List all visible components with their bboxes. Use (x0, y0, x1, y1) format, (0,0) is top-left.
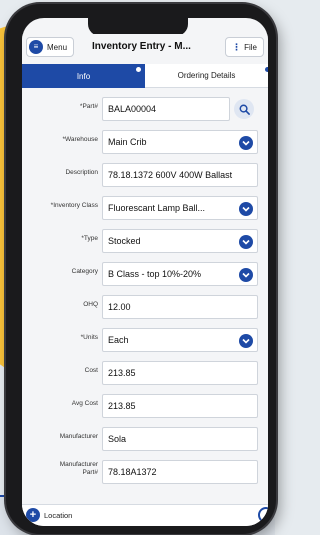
manufacturer-part-label-line2: Part# (82, 468, 98, 476)
warehouse-value: Main Crib (108, 137, 147, 147)
phone-frame: ≡ Menu Inventory Entry - M... ⋮ File Inf… (6, 4, 276, 534)
form-row-part: *Part# BALA00004 (22, 94, 268, 127)
kebab-menu-icon: ⋮ (232, 41, 242, 52)
search-button[interactable] (234, 99, 254, 119)
inventory-class-select[interactable]: Fluorescant Lamp Ball... (102, 196, 258, 220)
inventory-form: *Part# BALA00004 *Warehouse Main Crib De… (22, 94, 268, 490)
tab-ordering-details[interactable]: Ordering Details (145, 64, 268, 88)
type-label: *Type (81, 235, 98, 242)
chevron-down-icon (239, 235, 253, 249)
add-location-button[interactable]: + Location (26, 508, 72, 522)
tab-bar: Info Ordering Details (22, 64, 268, 88)
form-row-cost: Cost 213.85 (22, 358, 268, 391)
manufacturer-part-label-line1: Manufacturer (59, 461, 98, 468)
cost-field[interactable]: 213.85 (102, 361, 258, 385)
description-field[interactable]: 78.18.1372 600V 400W Ballast (102, 163, 258, 187)
avg-cost-label: Avg Cost (71, 400, 98, 407)
floating-action-button[interactable] (258, 507, 268, 523)
form-row-description: Description 78.18.1372 600V 400W Ballast (22, 160, 268, 193)
tab-info[interactable]: Info (22, 64, 145, 88)
cost-label: Cost (84, 367, 98, 374)
tab-indicator-dot (136, 67, 141, 72)
manufacturer-part-field[interactable]: 78.18A1372 (102, 460, 258, 484)
app-footer: + Location (22, 504, 268, 526)
file-label: File (244, 42, 257, 52)
chevron-down-icon (239, 268, 253, 282)
description-label: Description (65, 169, 98, 176)
form-row-ohq: OHQ 12.00 (22, 292, 268, 325)
form-row-inventory-class: *Inventory Class Fluorescant Lamp Ball..… (22, 193, 268, 226)
units-label: *Units (80, 334, 98, 341)
part-label: *Part# (79, 103, 98, 110)
type-value: Stocked (108, 236, 141, 246)
file-button[interactable]: ⋮ File (225, 37, 264, 57)
manufacturer-label: Manufacturer (59, 433, 98, 440)
plus-icon: + (26, 508, 40, 522)
ohq-label: OHQ (83, 301, 98, 308)
form-row-avg-cost: Avg Cost 213.85 (22, 391, 268, 424)
hamburger-icon: ≡ (29, 40, 43, 54)
tab-info-label: Info (76, 71, 91, 81)
inventory-class-value: Fluorescant Lamp Ball... (108, 203, 206, 213)
units-value: Each (108, 335, 129, 345)
warehouse-select[interactable]: Main Crib (102, 130, 258, 154)
tab-indicator-dot (265, 67, 268, 72)
search-icon (239, 104, 250, 115)
units-select[interactable]: Each (102, 328, 258, 352)
chevron-down-icon (239, 136, 253, 150)
category-select[interactable]: B Class - top 10%-20% (102, 262, 258, 286)
chevron-down-icon (239, 334, 253, 348)
form-row-type: *Type Stocked (22, 226, 268, 259)
manufacturer-part-label: Manufacturer Part# (22, 461, 98, 477)
tab-ordering-details-label: Ordering Details (177, 71, 236, 80)
menu-label: Menu (47, 42, 68, 52)
form-row-manufacturer: Manufacturer Sola (22, 424, 268, 457)
avg-cost-field[interactable]: 213.85 (102, 394, 258, 418)
form-row-units: *Units Each (22, 325, 268, 358)
type-select[interactable]: Stocked (102, 229, 258, 253)
menu-button[interactable]: ≡ Menu (26, 37, 75, 57)
category-label: Category (71, 268, 98, 275)
form-row-warehouse: *Warehouse Main Crib (22, 127, 268, 160)
manufacturer-field[interactable]: Sola (102, 427, 258, 451)
form-row-manufacturer-part: Manufacturer Part# 78.18A1372 (22, 457, 268, 490)
app-header: ≡ Menu Inventory Entry - M... ⋮ File (22, 34, 268, 62)
phone-screen: ≡ Menu Inventory Entry - M... ⋮ File Inf… (22, 18, 268, 526)
ohq-field[interactable]: 12.00 (102, 295, 258, 319)
form-row-category: Category B Class - top 10%-20% (22, 259, 268, 292)
category-value: B Class - top 10%-20% (108, 269, 202, 279)
warehouse-label: *Warehouse (62, 136, 98, 143)
chevron-down-icon (239, 202, 253, 216)
part-field[interactable]: BALA00004 (102, 97, 230, 121)
location-label: Location (44, 510, 73, 520)
inventory-class-label: *Inventory Class (50, 202, 98, 209)
page-title: Inventory Entry - M... (92, 41, 191, 52)
